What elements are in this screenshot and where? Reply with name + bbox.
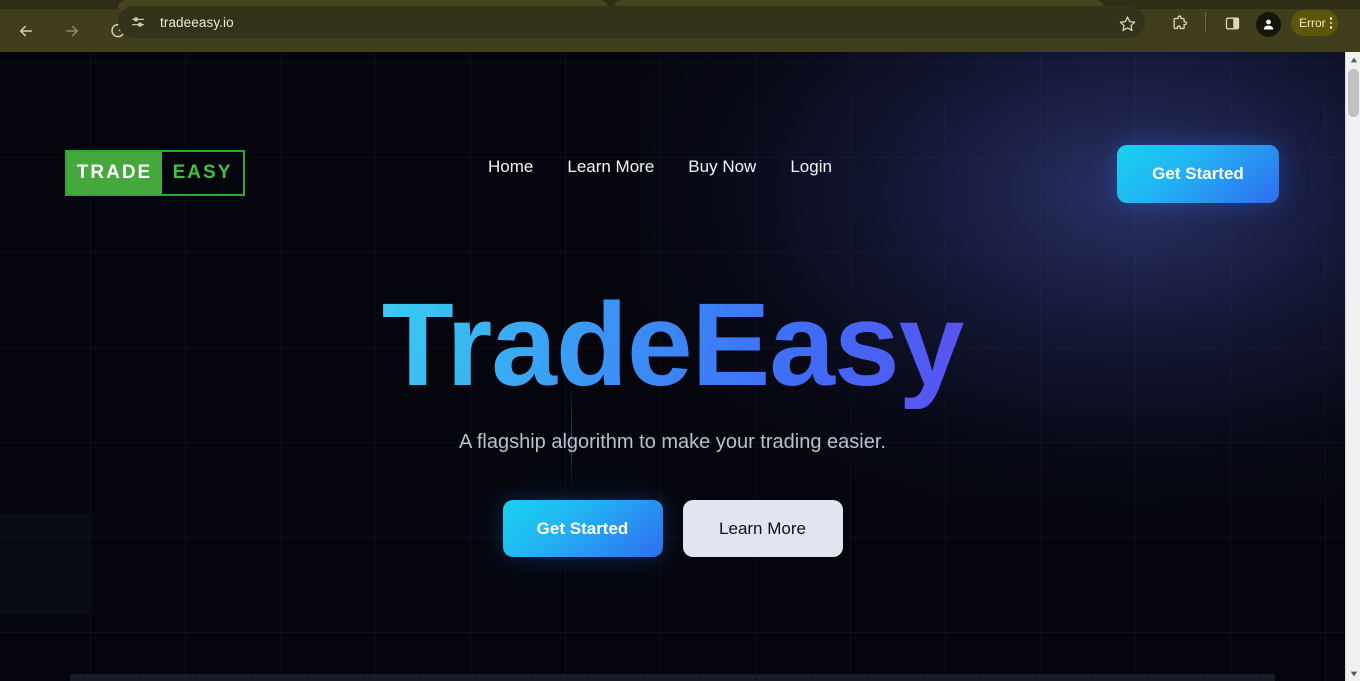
site-settings-icon[interactable] [126,10,150,34]
nav-item-home[interactable]: Home [488,157,533,177]
hero-get-started-button[interactable]: Get Started [502,500,663,558]
header-get-started-button[interactable]: Get Started [1117,145,1279,203]
hero-action-buttons: Get Started Learn More [0,500,1345,558]
site-header: TRADE EASY Home Learn More Buy Now Login… [0,52,1345,203]
nav-item-learn-more[interactable]: Learn More [567,157,654,177]
forward-arrow-icon[interactable] [56,15,88,47]
address-bar-url[interactable]: tradeeasy.io [160,15,234,30]
logo-text-easy: EASY [172,162,233,183]
bookmark-star-icon[interactable] [1114,10,1140,36]
page-scrollbar[interactable] [1345,52,1360,681]
three-dot-menu-icon[interactable] [1329,17,1333,29]
error-badge-label: Error [1299,16,1326,30]
page-viewport: TRADE EASY Home Learn More Buy Now Login… [0,52,1345,681]
hero-learn-more-button[interactable]: Learn More [682,500,843,558]
chart-widget-panel[interactable]: Apple Inc · 30 · NASDAQ [70,674,1275,681]
extensions-puzzle-icon[interactable] [1166,10,1192,36]
hero-section: TradeEasy A flagship algorithm to make y… [0,281,1345,558]
main-navigation: Home Learn More Buy Now Login [488,157,832,177]
side-panel-icon[interactable] [1219,10,1245,36]
nav-item-login[interactable]: Login [790,157,832,177]
hero-subtitle: A flagship algorithm to make your tradin… [459,431,886,454]
hero-title: TradeEasy [0,281,1345,409]
error-status-badge[interactable]: Error [1291,10,1339,36]
back-arrow-icon[interactable] [10,15,42,47]
profile-avatar-icon[interactable] [1256,12,1281,37]
scroll-down-arrow-icon[interactable] [1346,666,1360,681]
site-logo[interactable]: TRADE EASY [65,150,245,196]
logo-text-trade: TRADE [67,152,162,194]
address-bar[interactable]: tradeeasy.io [118,6,1145,38]
browser-chrome: tradeeasy.io Error [0,0,1360,52]
toolbar-divider [1205,12,1206,32]
scrollbar-thumb[interactable] [1348,69,1359,117]
nav-item-buy-now[interactable]: Buy Now [688,157,756,177]
scroll-up-arrow-icon[interactable] [1346,52,1360,67]
